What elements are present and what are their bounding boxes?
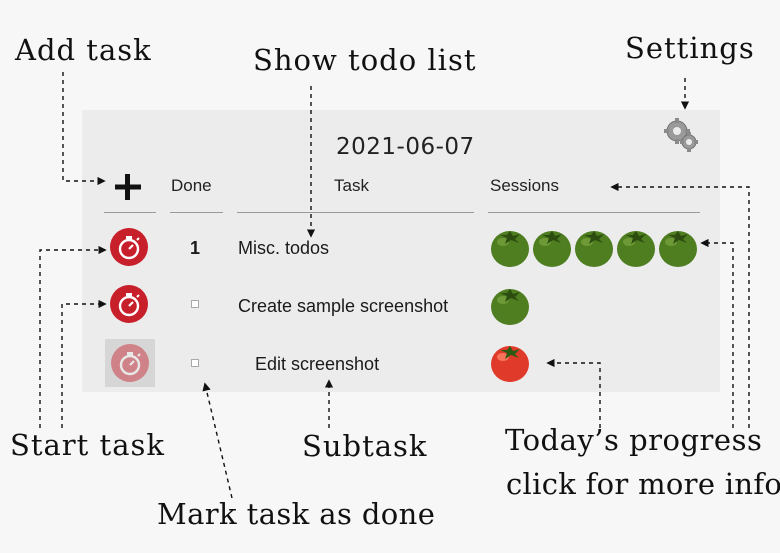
annotation-arrows (39, 72, 750, 499)
